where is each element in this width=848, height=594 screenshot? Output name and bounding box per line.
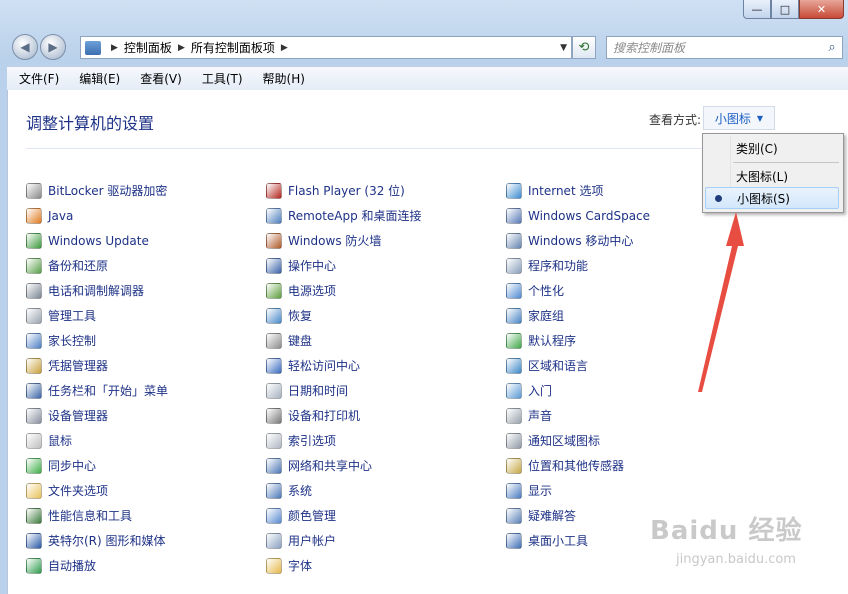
control-panel-window: — □ ✕ ◀ ▶ ▶ 控制面板 ▶ 所有控制面板项 ▶ ▼ ⟲ 搜索控制面板 …	[0, 0, 848, 594]
watermark-logo: Baidu 经验	[650, 516, 803, 546]
watermark-url: jingyan.baidu.com	[676, 552, 796, 567]
annotation-arrow	[698, 212, 744, 392]
red-arrow-icon	[698, 212, 744, 392]
